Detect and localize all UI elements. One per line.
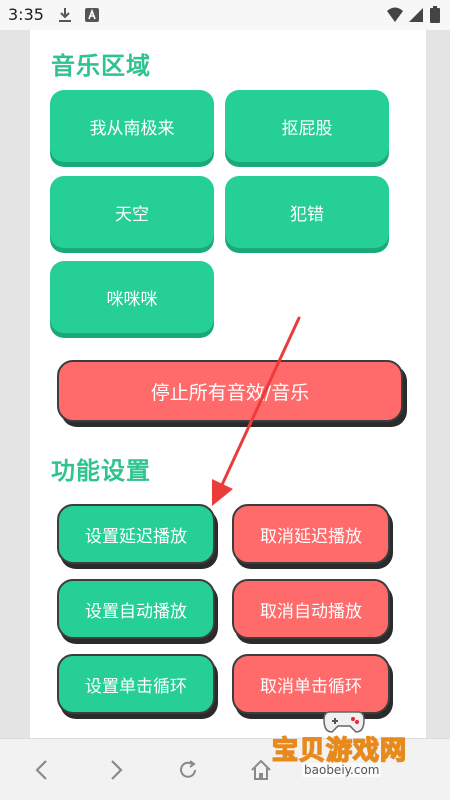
cancel-auto-play-button[interactable]: 取消自动播放 — [232, 579, 390, 639]
reload-icon[interactable] — [171, 753, 205, 787]
music-button-2[interactable]: 抠屁股 — [225, 90, 389, 162]
status-time: 3:35 — [8, 5, 44, 24]
set-auto-play-button[interactable]: 设置自动播放 — [57, 579, 215, 639]
function-section-title: 功能设置 — [51, 457, 151, 485]
cancel-click-loop-button[interactable]: 取消单击循环 — [232, 654, 390, 714]
app-a-icon — [84, 6, 100, 28]
page-margin-right — [426, 30, 450, 738]
watermark: 宝贝游戏网 baobeiy.com — [271, 711, 432, 782]
page-margin-left — [0, 30, 30, 738]
music-button-5[interactable]: 咪咪咪 — [50, 261, 214, 333]
music-section-title: 音乐区域 — [51, 52, 151, 80]
download-icon — [57, 6, 73, 28]
watermark-url: baobeiy.com — [302, 763, 382, 777]
forward-icon[interactable] — [99, 753, 133, 787]
cancel-delay-play-button[interactable]: 取消延迟播放 — [232, 504, 390, 564]
signal-icon — [408, 6, 424, 28]
watermark-title: 宝贝游戏网 — [271, 735, 408, 767]
stop-all-button[interactable]: 停止所有音效/音乐 — [57, 360, 403, 422]
music-button-1[interactable]: 我从南极来 — [50, 90, 214, 162]
music-button-4[interactable]: 犯错 — [225, 176, 389, 248]
battery-icon — [430, 6, 440, 28]
music-button-3[interactable]: 天空 — [50, 176, 214, 248]
set-click-loop-button[interactable]: 设置单击循环 — [57, 654, 215, 714]
back-icon[interactable] — [25, 753, 59, 787]
status-bar: 3:35 — [0, 0, 450, 30]
wifi-icon — [386, 6, 404, 28]
set-delay-play-button[interactable]: 设置延迟播放 — [57, 504, 215, 564]
